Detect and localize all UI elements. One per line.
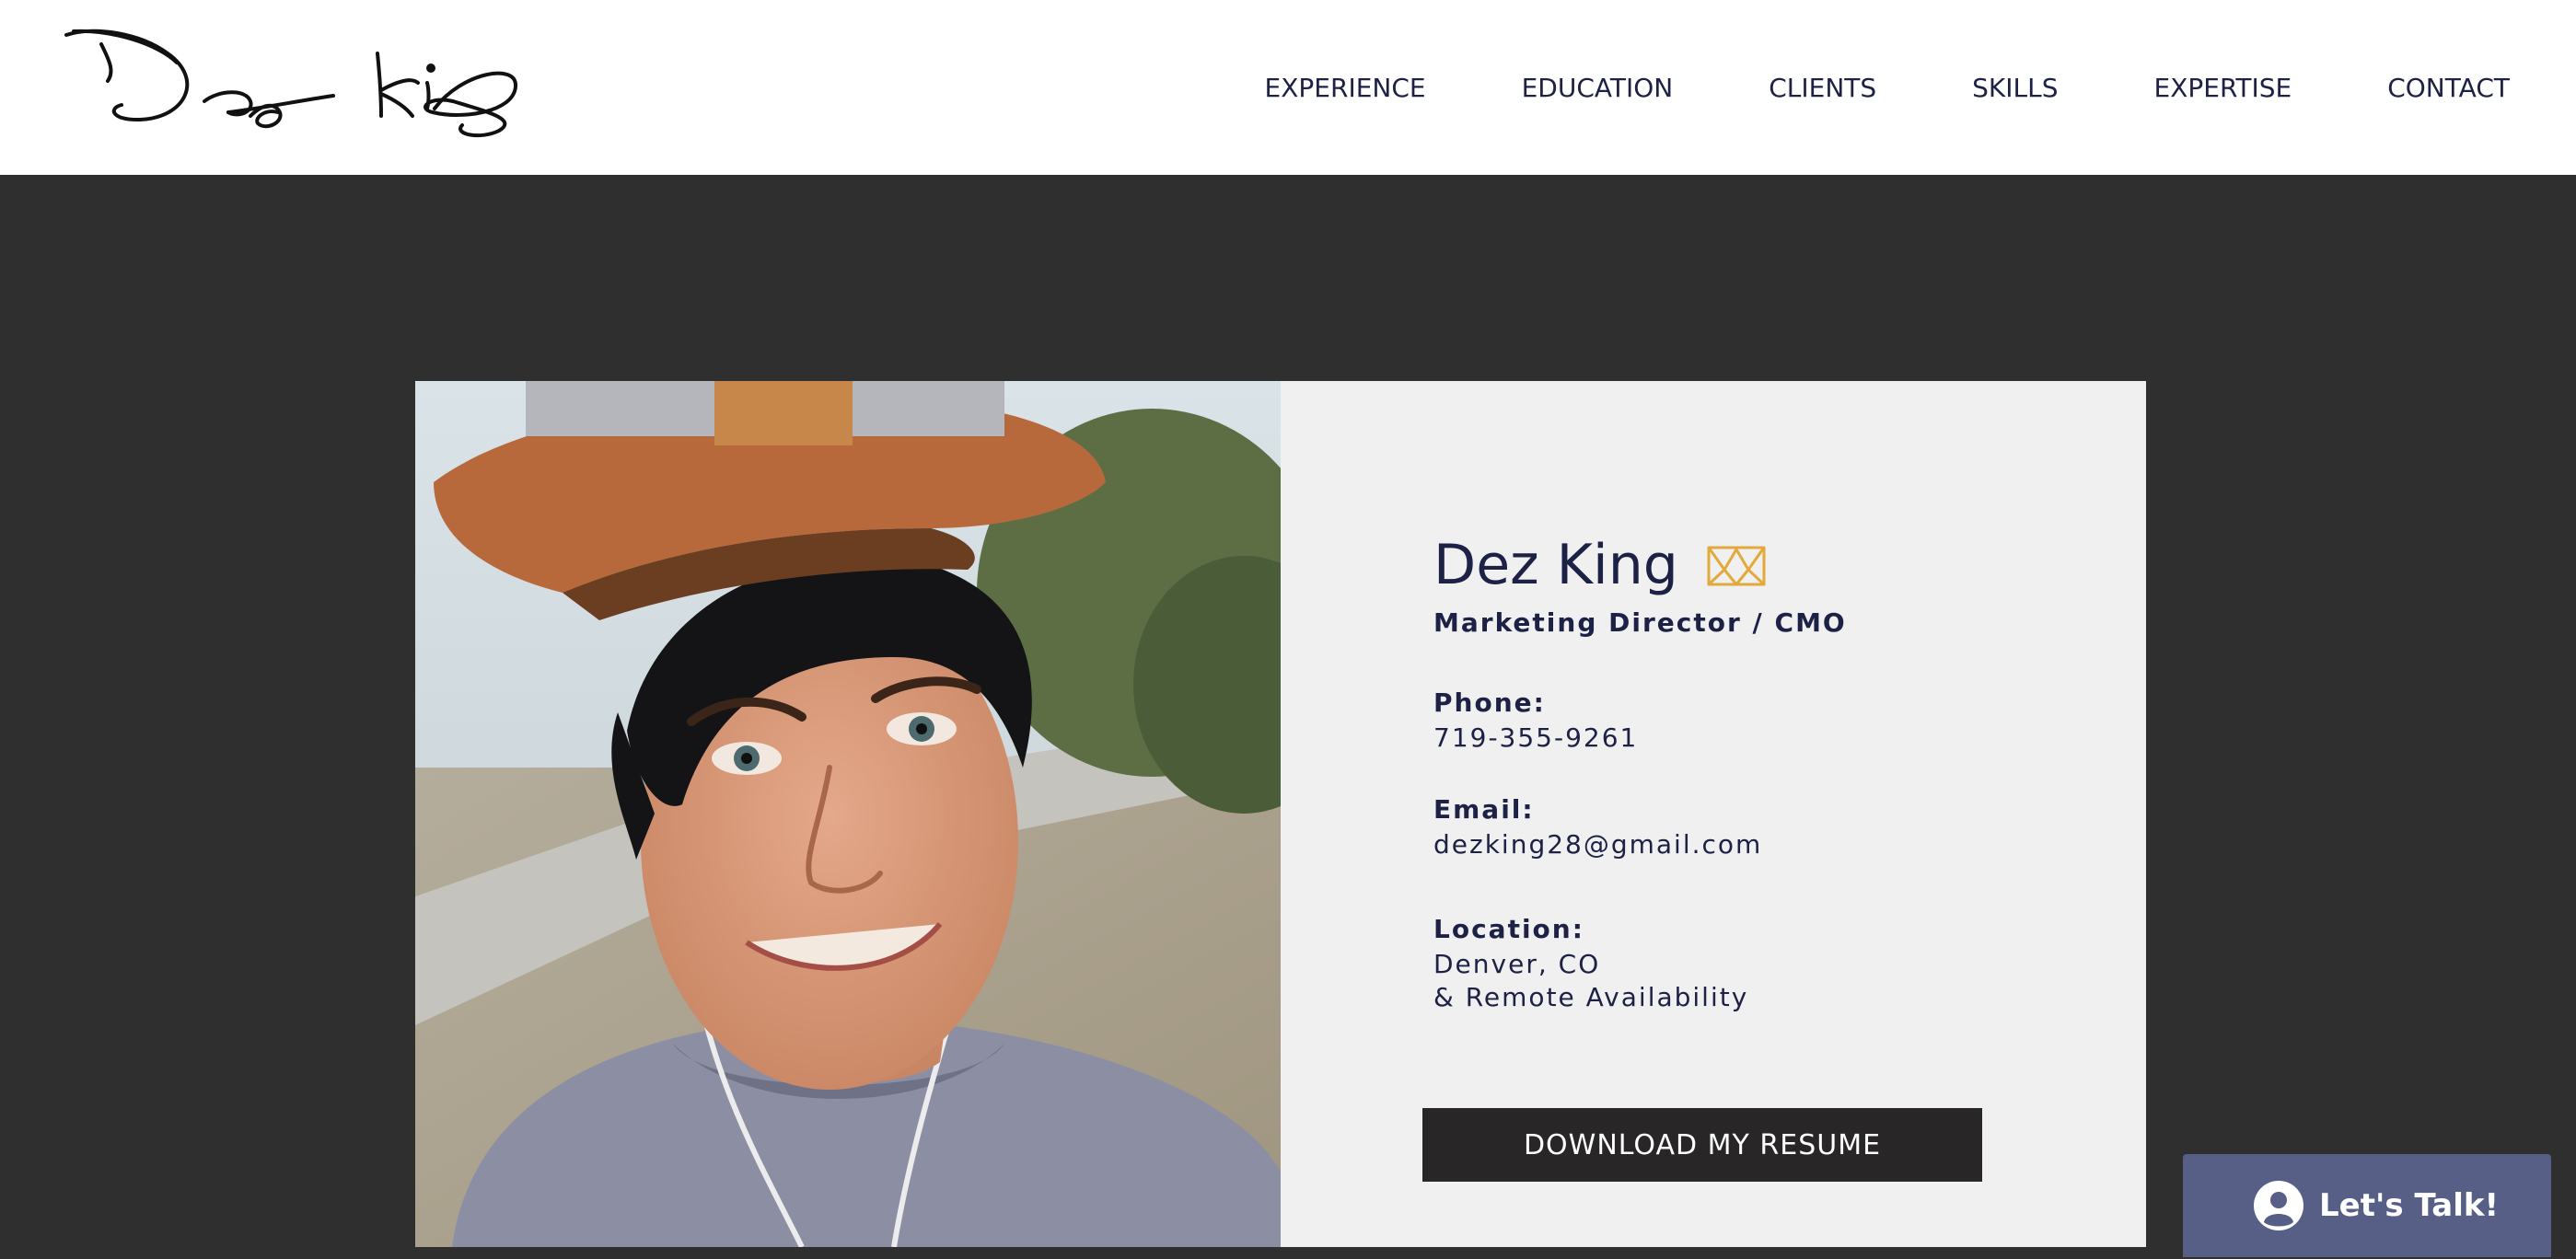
phone-value[interactable]: 719-355-9261: [1433, 722, 1638, 753]
profile-photo-image: [415, 381, 1281, 1247]
location-city: Denver, CO: [1433, 949, 1601, 979]
chat-widget-button[interactable]: Let's Talk!: [2183, 1154, 2551, 1257]
phone-label: Phone:: [1433, 687, 1546, 718]
profile-photo: [415, 381, 1281, 1247]
location-label: Location:: [1433, 914, 1584, 944]
profile-name: Dez King: [1433, 533, 1678, 597]
email-label: Email:: [1433, 794, 1535, 825]
signature-logo[interactable]: [57, 17, 527, 145]
nav-contact[interactable]: CONTACT: [2387, 73, 2510, 103]
nav-education[interactable]: EDUCATION: [1522, 73, 1674, 103]
nav-expertise[interactable]: EXPERTISE: [2154, 73, 2292, 103]
profile-info: Dez King Marketing Director / CMO Phone:…: [1281, 381, 2146, 1247]
nav-experience[interactable]: EXPERIENCE: [1265, 73, 1426, 103]
nav-clients[interactable]: CLIENTS: [1769, 73, 1876, 103]
profile-card: Dez King Marketing Director / CMO Phone:…: [415, 381, 2146, 1247]
main-navigation: EXPERIENCE EDUCATION CLIENTS SKILLS EXPE…: [1265, 0, 2510, 175]
profile-job-title: Marketing Director / CMO: [1433, 607, 1847, 638]
download-resume-button[interactable]: DOWNLOAD MY RESUME: [1422, 1108, 1982, 1182]
user-avatar-icon: [2254, 1181, 2303, 1230]
location-remote: & Remote Availability: [1433, 982, 1749, 1012]
site-header: EXPERIENCE EDUCATION CLIENTS SKILLS EXPE…: [0, 0, 2576, 175]
crown-icon: [1707, 546, 1766, 586]
chat-label: Let's Talk!: [2319, 1187, 2499, 1224]
email-value[interactable]: dezking28@gmail.com: [1433, 829, 1762, 860]
signature-logo-image: [64, 29, 518, 138]
name-row: Dez King: [1433, 533, 1767, 597]
nav-skills[interactable]: SKILLS: [1972, 73, 2058, 103]
